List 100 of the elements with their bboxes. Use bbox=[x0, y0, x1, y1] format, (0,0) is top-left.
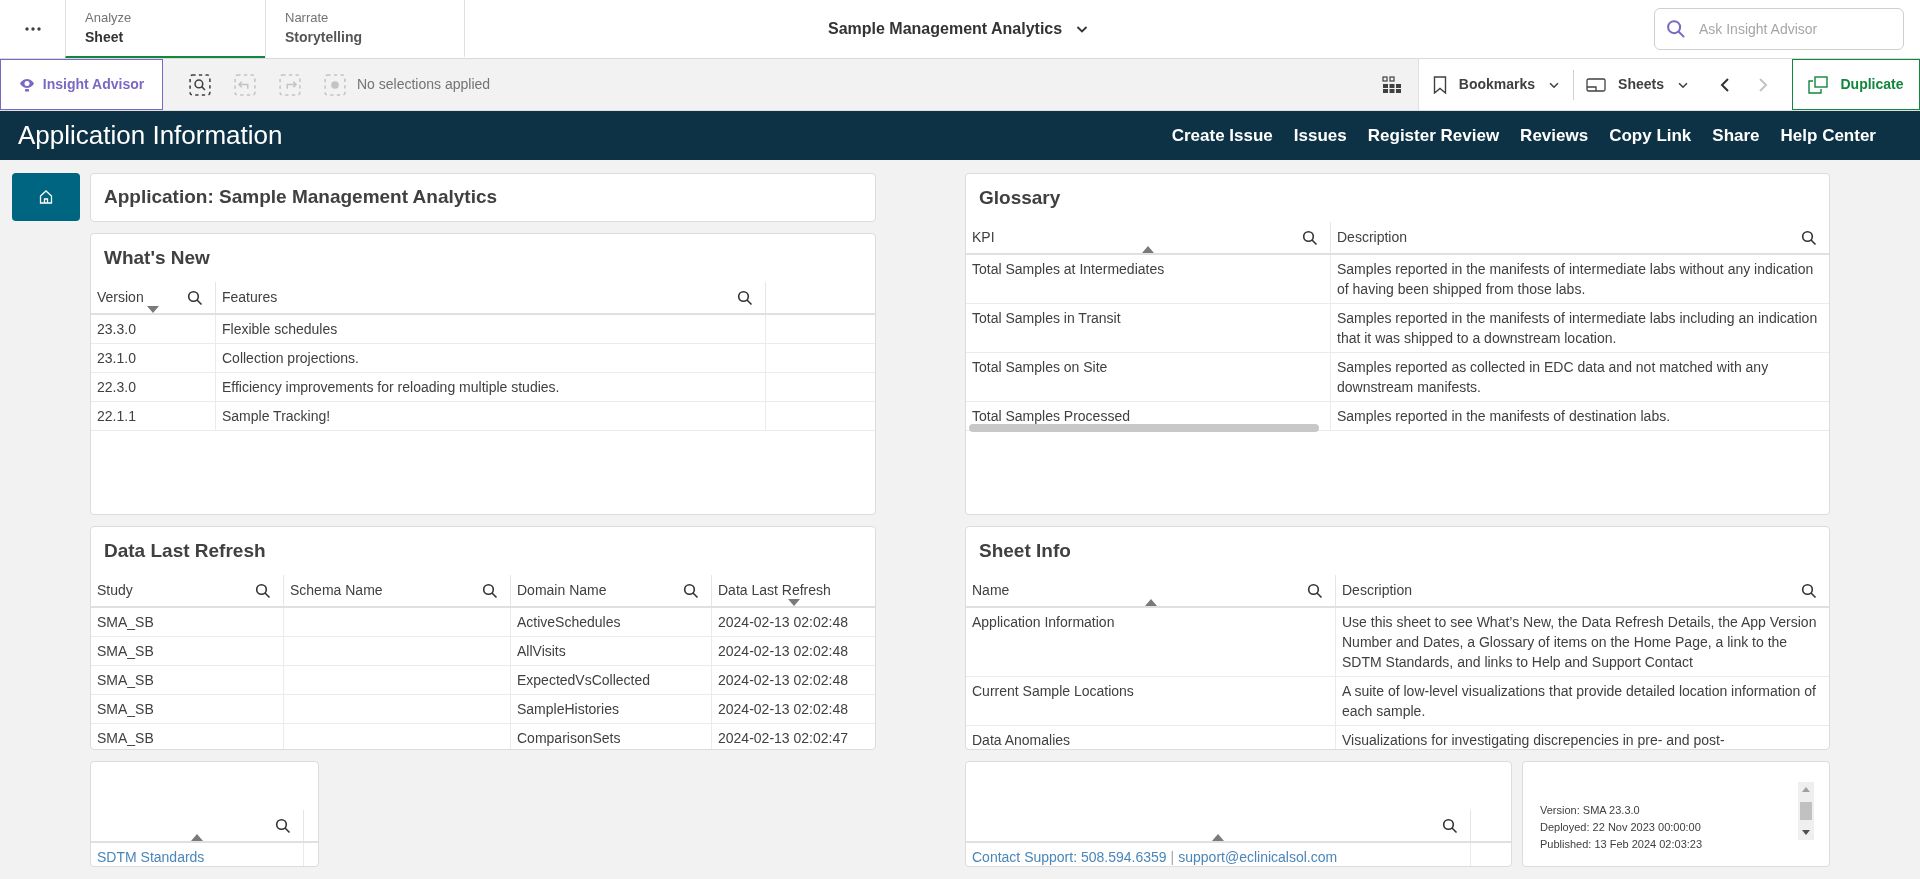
home-icon bbox=[38, 189, 54, 205]
version-info-line: Deployed: 22 Nov 2023 00:00:00 bbox=[1540, 820, 1702, 835]
table-cell-text: 2024-02-13 02:02:48 bbox=[718, 643, 848, 659]
sort-ascending-icon bbox=[1142, 246, 1154, 253]
search-icon[interactable] bbox=[1442, 817, 1458, 834]
table-cell-text: Efficiency improvements for reloading multiple studies. bbox=[222, 379, 560, 395]
column-header[interactable]: Domain Name bbox=[511, 575, 712, 606]
column-header[interactable]: Features bbox=[216, 282, 766, 313]
duplicate-icon bbox=[1808, 75, 1829, 94]
sort-ascending-icon bbox=[1212, 834, 1224, 841]
eye-bulb-icon bbox=[18, 76, 35, 93]
sort-ascending-icon bbox=[191, 834, 203, 841]
column-header[interactable]: Name bbox=[966, 575, 1336, 606]
column-header[interactable]: KPI bbox=[966, 222, 1331, 253]
table-cell-text: 22.1.1 bbox=[97, 408, 136, 424]
sort-descending-icon bbox=[147, 306, 159, 313]
duplicate-button[interactable]: Duplicate bbox=[1792, 59, 1920, 110]
search-icon[interactable] bbox=[1801, 582, 1817, 599]
table-cell-text: 23.3.0 bbox=[97, 321, 136, 337]
selection-status: No selections applied bbox=[357, 75, 491, 94]
table-cell-text: 22.3.0 bbox=[97, 379, 136, 395]
column-header[interactable]: Data Last Refresh bbox=[712, 575, 875, 606]
table-cell-text: Sample Tracking! bbox=[222, 408, 331, 424]
vertical-scrollbar[interactable] bbox=[1798, 782, 1814, 840]
table-cell-text: ExpectedVsCollected bbox=[517, 672, 651, 688]
separator: | bbox=[1170, 849, 1175, 865]
table-cell-text: AllVisits bbox=[517, 643, 566, 659]
chevron-right-icon bbox=[1757, 76, 1769, 93]
table-cell-text: Current Sample Locations bbox=[972, 683, 1134, 699]
sheets-button[interactable]: Sheets bbox=[1582, 69, 1702, 100]
panel-title: Data Last Refresh bbox=[103, 538, 267, 563]
header-link[interactable]: Help Center bbox=[1780, 122, 1876, 149]
sort-descending-icon bbox=[787, 599, 800, 606]
sort-ascending-icon bbox=[1144, 599, 1157, 606]
table-cell-text: Total Samples in Transit bbox=[972, 310, 1121, 326]
table-cell-text: Total Samples at Intermediates bbox=[972, 261, 1165, 277]
search-icon[interactable] bbox=[1801, 229, 1817, 246]
table-cell-text: 2024-02-13 02:02:47 bbox=[718, 730, 848, 746]
table-cell-text: Visualizations for investigating discrepencies in pre- and post- bbox=[1342, 732, 1725, 748]
sheets-icon bbox=[1586, 77, 1607, 92]
column-header[interactable]: Schema Name bbox=[284, 575, 511, 606]
horizontal-scrollbar[interactable] bbox=[969, 424, 1319, 432]
insight-advisor-button[interactable]: Insight Advisor bbox=[0, 59, 163, 110]
link[interactable]: Contact Support: 508.594.6359 bbox=[972, 849, 1167, 865]
header-link[interactable]: Register Review bbox=[1367, 122, 1500, 149]
search-icon[interactable] bbox=[255, 582, 271, 599]
version-info-line: Published: 13 Feb 2024 02:03:23 bbox=[1540, 837, 1704, 852]
table-cell-text: 2024-02-13 02:02:48 bbox=[718, 672, 848, 688]
table-cell-text: Collection projections. bbox=[222, 350, 359, 366]
header-link[interactable]: Create Issue bbox=[1171, 122, 1273, 149]
search-icon[interactable] bbox=[683, 582, 699, 599]
table-cell-text: Application Information bbox=[972, 614, 1115, 630]
mode-tab[interactable]: Narrate Storytelling bbox=[265, 0, 465, 58]
chevron-left-icon bbox=[1719, 76, 1731, 93]
column-header[interactable]: Version bbox=[91, 282, 216, 313]
bookmarks-button[interactable]: Bookmarks bbox=[1432, 69, 1575, 100]
panel-title: What's New bbox=[103, 245, 211, 270]
table-cell-text: Samples reported in the manifests of destination labs. bbox=[1337, 408, 1671, 424]
table-cell-text: SMA_SB bbox=[97, 614, 154, 630]
table-cell-text: SMA_SB bbox=[97, 730, 154, 746]
more-icon bbox=[24, 27, 41, 31]
selection-search-icon[interactable] bbox=[189, 73, 211, 96]
table-cell-text: SMA_SB bbox=[97, 701, 154, 717]
app-title-dropdown[interactable]: Sample Management Analytics bbox=[828, 14, 1091, 44]
search-icon[interactable] bbox=[1302, 229, 1318, 246]
table-cell-text: Use this sheet to see What’s New, the Data Refresh Details, the App Version Number and Dates, a Glossary of items on the Home Page, a link to the SDTM Standards, and links to Help and Support Contact bbox=[1342, 614, 1817, 670]
sheet-title: Application Information bbox=[18, 119, 284, 152]
layout-grid-icon[interactable] bbox=[1381, 75, 1402, 94]
table-cell-text: Data Anomalies bbox=[972, 732, 1071, 748]
header-link[interactable]: Issues bbox=[1293, 122, 1347, 149]
header-link[interactable]: Reviews bbox=[1520, 122, 1589, 149]
link[interactable]: support@eclinicalsol.com bbox=[1178, 849, 1338, 865]
column-header[interactable]: Study bbox=[91, 575, 284, 606]
link[interactable]: SDTM Standards bbox=[97, 849, 205, 865]
table-cell-text: Samples reported in the manifests of intermediate labs without any indication of having been shipped from those labs. bbox=[1337, 261, 1814, 297]
search-field[interactable]: Ask Insight Advisor bbox=[1654, 8, 1904, 50]
table-cell-text: ActiveSchedules bbox=[517, 614, 621, 630]
column-header[interactable]: Description bbox=[1336, 575, 1829, 606]
table-cell-text: SampleHistories bbox=[517, 701, 619, 717]
table-cell-text: 23.1.0 bbox=[97, 350, 136, 366]
search-icon[interactable] bbox=[275, 817, 291, 834]
header-link[interactable]: Copy Link bbox=[1609, 122, 1692, 149]
table-cell-text: 2024-02-13 02:02:48 bbox=[718, 701, 848, 717]
search-icon[interactable] bbox=[482, 582, 498, 599]
table-cell-text: Samples reported in the manifests of intermediate labs including an indication that it was shipped to a downstream location. bbox=[1337, 310, 1818, 346]
search-icon[interactable] bbox=[187, 289, 203, 306]
column-header[interactable]: Description bbox=[1331, 222, 1829, 253]
version-info-line: Version: SMA 23.3.0 bbox=[1540, 803, 1641, 818]
header-link[interactable]: Share bbox=[1712, 122, 1760, 149]
table-cell-text: Flexible schedules bbox=[222, 321, 338, 337]
home-button[interactable] bbox=[12, 173, 80, 221]
table-cell-text: 2024-02-13 02:02:48 bbox=[718, 614, 848, 630]
table-cell-text: SMA_SB bbox=[97, 672, 154, 688]
panel-title: Application: Sample Management Analytics bbox=[104, 185, 498, 210]
bookmark-icon bbox=[1432, 75, 1447, 94]
panel-title: Sheet Info bbox=[978, 538, 1072, 563]
search-icon[interactable] bbox=[737, 289, 753, 306]
panel-title: Glossary bbox=[978, 185, 1062, 210]
table-cell-text: Total Samples Processed bbox=[972, 408, 1130, 424]
search-icon[interactable] bbox=[1307, 582, 1323, 599]
